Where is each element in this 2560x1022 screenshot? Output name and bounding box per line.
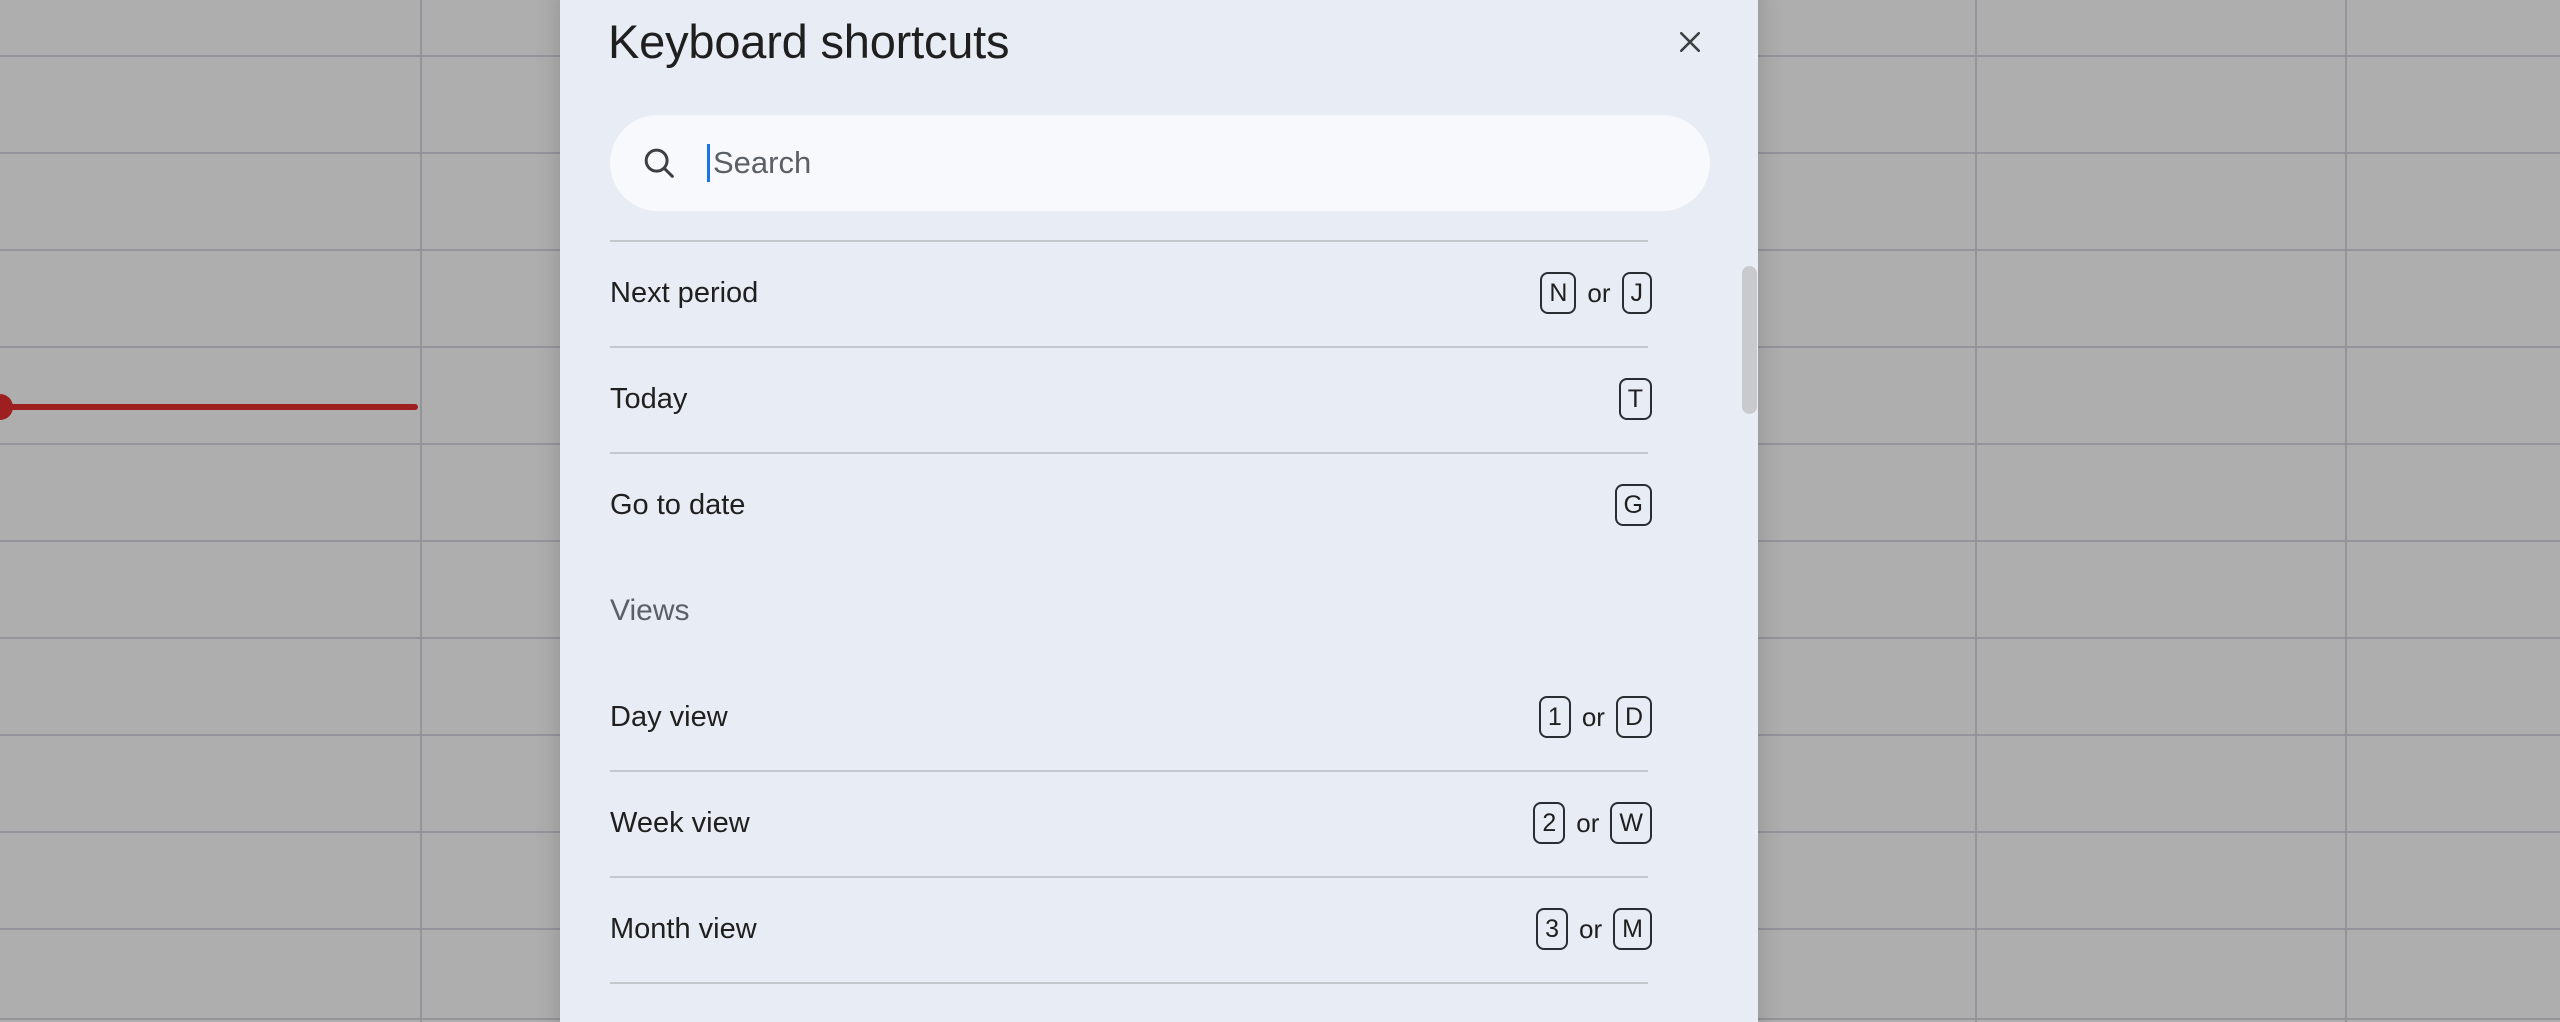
shortcut-key-badge: G (1614, 484, 1652, 526)
shortcut-key-badge: M (1613, 908, 1652, 950)
shortcut-label: Next period (610, 276, 759, 309)
shortcut-keys: 1 or D (1538, 696, 1700, 738)
shortcut-key-badge: J (1621, 272, 1652, 314)
search-field-wrapper[interactable]: Search (610, 115, 1710, 211)
list-divider (610, 982, 1648, 984)
shortcut-label: Go to date (610, 488, 746, 521)
shortcut-label: Today (610, 382, 688, 415)
close-icon (1679, 31, 1701, 53)
scrollbar-track[interactable] (1738, 240, 1760, 1022)
screen: Keyboard shortcuts Search Next period Nor… (0, 0, 2560, 1022)
shortcut-key-badge: 1 (1538, 696, 1571, 738)
shortcut-row[interactable]: Month view 3 or M (610, 876, 1700, 982)
shortcut-keys: Nor J (1540, 272, 1700, 314)
shortcut-key-separator: or (1579, 913, 1603, 944)
calendar-day-divider (420, 0, 422, 1022)
page-title: Keyboard shortcuts (608, 15, 1010, 68)
search-icon (644, 148, 674, 178)
shortcut-key-badge: 2 (1533, 802, 1566, 844)
shortcut-key-badge: 3 (1536, 908, 1569, 950)
shortcut-key-separator: or (1581, 701, 1605, 732)
shortcut-keys: 3 or M (1536, 908, 1700, 950)
current-time-indicator-dot (0, 394, 13, 420)
scrollbar-thumb[interactable] (1742, 266, 1757, 414)
shortcut-keys: T (1618, 378, 1700, 420)
calendar-day-divider (2345, 0, 2347, 1022)
shortcut-label: Week view (610, 806, 750, 839)
dialog-header: Keyboard shortcuts (560, 0, 1758, 84)
search-input[interactable]: Search (610, 115, 1710, 211)
text-caret (707, 144, 710, 182)
calendar-day-divider (1975, 0, 1977, 1022)
shortcut-row[interactable]: Next period Nor J (610, 240, 1700, 346)
shortcut-row[interactable]: Day view 1 or D (610, 664, 1700, 770)
shortcut-keys: G (1614, 484, 1700, 526)
shortcut-keys: 2 or W (1533, 802, 1700, 844)
shortcut-key-badge: W (1610, 802, 1652, 844)
shortcut-label: Month view (610, 912, 757, 945)
current-time-indicator-line (0, 404, 418, 410)
shortcut-key-badge: N (1540, 272, 1577, 314)
shortcut-key-badge: T (1618, 378, 1652, 420)
shortcut-key-separator: or (1576, 807, 1600, 838)
shortcut-key-badge: D (1615, 696, 1652, 738)
search-placeholder: Search (713, 145, 812, 180)
section-heading-views: Views (610, 594, 690, 627)
shortcut-row[interactable]: Today T (610, 346, 1700, 452)
shortcuts-list[interactable]: Next period Nor J Today T Go to date G Views Day… (560, 240, 1758, 1022)
shortcut-row[interactable]: Go to date G (610, 452, 1700, 558)
close-button[interactable] (1662, 14, 1718, 70)
shortcut-key-separator: or (1587, 277, 1611, 308)
shortcut-row[interactable]: Week view 2 or W (610, 770, 1700, 876)
shortcut-label: Day view (610, 700, 728, 733)
